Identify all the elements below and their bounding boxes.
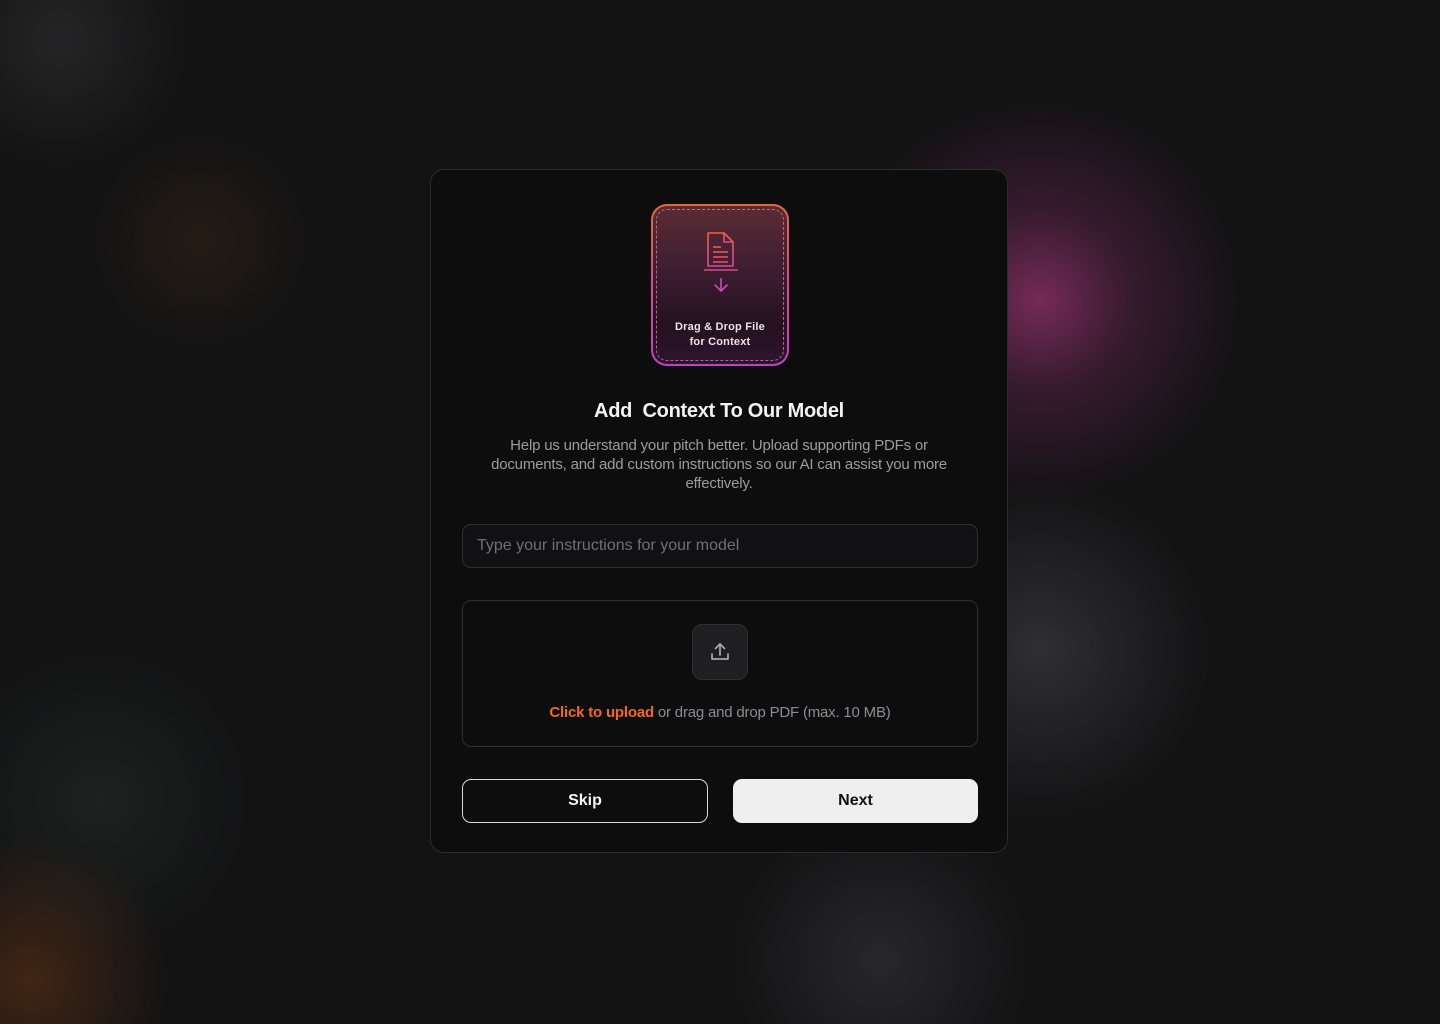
next-button[interactable]: Next bbox=[733, 779, 978, 823]
drag-drop-label-line2: for Context bbox=[689, 336, 751, 348]
drag-drop-tile[interactable]: Drag & Drop File for Context bbox=[651, 204, 789, 366]
drag-drop-label-line1: Drag & Drop File bbox=[675, 321, 765, 333]
dialog-title: Add Context To Our Model bbox=[594, 400, 844, 422]
file-upload-dropzone[interactable]: Click to upload or drag and drop PDF (ma… bbox=[462, 600, 978, 747]
drag-drop-label: Drag & Drop File for Context bbox=[653, 320, 787, 350]
upload-icon bbox=[711, 643, 729, 660]
document-download-icon bbox=[704, 232, 738, 292]
instructions-input[interactable] bbox=[462, 524, 978, 568]
skip-button[interactable]: Skip bbox=[462, 779, 708, 823]
upload-instructions: Click to upload or drag and drop PDF (ma… bbox=[463, 704, 977, 721]
upload-button[interactable] bbox=[692, 624, 748, 680]
drag-drop-tile-inner: Drag & Drop File for Context bbox=[653, 206, 787, 364]
upload-hint: or drag and drop PDF (max. 10 MB) bbox=[653, 704, 891, 721]
context-dialog: Drag & Drop File for Context Add Context… bbox=[430, 169, 1008, 853]
dialog-subtitle: Help us understand your pitch better. Up… bbox=[491, 437, 947, 492]
click-to-upload-link[interactable]: Click to upload bbox=[549, 704, 654, 721]
